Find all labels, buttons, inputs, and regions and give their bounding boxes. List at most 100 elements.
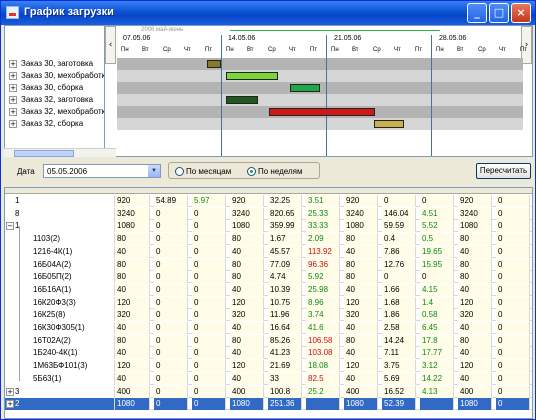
task-bar[interactable]	[374, 120, 404, 128]
load-grid[interactable]: 1 920 54.89 5.97 920 32.25 3.51 920 0 0 920 0 8 3240 0…	[4, 187, 533, 419]
table-cell: 40	[115, 245, 150, 258]
tree-item[interactable]: + Заказ 32, мехобработка	[5, 106, 115, 118]
table-cell: 320	[458, 309, 492, 322]
row-name: 16Б05П(2)	[5, 271, 115, 284]
table-row[interactable]: 1Б240-4К(1) 40 0 0 40 41.23 103.08 40 7.11 17.77 4…	[5, 347, 532, 360]
table-row[interactable]: 16К25(8) 320 0 0 320 11.96 3.74 320 1.86 0.58 320 0	[5, 309, 532, 322]
table-cell: 80	[458, 271, 492, 284]
table-cell: 40	[458, 322, 492, 334]
tree-item[interactable]: + Заказ 30, мехобработка	[5, 70, 115, 82]
maximize-button[interactable]: □	[489, 3, 509, 23]
collapse-icon[interactable]: −	[6, 222, 14, 231]
table-cell: 1080	[230, 220, 264, 233]
scroll-thumb[interactable]	[14, 150, 74, 157]
tree-item[interactable]: + Заказ 30, заготовка	[5, 58, 115, 70]
table-cell: 80	[115, 258, 150, 271]
table-row[interactable]: 16К30Ф305(1) 40 0 0 40 16.64 41.6 40 2.58 6.45 40 0	[5, 322, 532, 334]
task-bar[interactable]	[226, 72, 278, 80]
table-cell: 80	[458, 258, 492, 271]
table-cell: 400	[458, 385, 492, 398]
table-cell: 0	[192, 245, 226, 258]
table-row[interactable]: 3 +400 0 0 400 100.8 25.2 400 16.52 4.13 400 0	[5, 385, 532, 398]
chevron-down-icon[interactable]: ▼	[148, 165, 160, 177]
table-cell: 80	[230, 271, 264, 284]
expand-icon[interactable]: +	[9, 72, 17, 80]
gantt-lane	[117, 94, 523, 106]
tree-scrollbar[interactable]	[4, 148, 116, 157]
expand-icon[interactable]: +	[9, 96, 17, 104]
tree-item[interactable]: + Заказ 32, сборка	[5, 118, 115, 130]
date-picker[interactable]: 05.05.2006 ▼	[43, 164, 161, 178]
table-cell: 400	[230, 385, 264, 398]
table-cell: 77.09	[268, 258, 302, 271]
table-row[interactable]: 16Б16А(1) 40 0 0 40 10.39 25.98 40 1.66 4.15 40 0	[5, 283, 532, 296]
expand-icon[interactable]: +	[9, 60, 17, 68]
table-cell: 0	[192, 398, 226, 411]
close-button[interactable]: ×	[511, 3, 531, 23]
table-cell: 359.99	[268, 220, 302, 233]
expand-icon[interactable]: +	[6, 387, 14, 396]
table-cell: 400	[344, 385, 378, 398]
table-row[interactable]: 16К20Ф3(3) 120 0 0 120 10.75 8.96 120 1.68 1.4 120…	[5, 296, 532, 309]
day-label: Пт	[205, 47, 213, 53]
table-cell: 0	[496, 296, 530, 309]
table-row[interactable]: 1103(2) 80 0 0 80 1.67 2.09 80 0.4 0.5 80 0	[5, 233, 532, 246]
table-cell: 0	[154, 245, 188, 258]
table-cell: 40	[344, 283, 378, 296]
gantt-lane	[117, 82, 523, 94]
table-cell: 4.51	[420, 207, 454, 220]
table-cell: 920	[344, 195, 378, 207]
radio-by-weeks[interactable]: По неделям	[247, 167, 302, 177]
table-cell: 3.75	[382, 360, 416, 373]
order-tree[interactable]: + Заказ 30, заготовка + Заказ 30, мехобраб…	[4, 25, 116, 157]
table-row[interactable]: 1 920 54.89 5.97 920 32.25 3.51 920 0 0 920 0	[5, 195, 532, 207]
table-cell: 40	[115, 347, 150, 360]
table-cell: 80	[230, 233, 264, 246]
week-date: 28.05.06	[439, 35, 467, 42]
task-bar[interactable]	[207, 60, 221, 68]
table-row[interactable]: 1М63БФ101(3) 120 0 0 120 21.69 18.08 120 3.75 3.1…	[5, 360, 532, 373]
task-bar[interactable]	[290, 84, 320, 92]
app-icon	[6, 6, 19, 19]
week-date: 14.05.06	[228, 35, 256, 42]
table-cell: 0	[192, 322, 226, 334]
table-cell: 320	[115, 309, 150, 322]
gantt-chart[interactable]: ‹ › 2006 май-июнь 07.05.06 14.05.06 21.0…	[104, 25, 533, 157]
table-cell: 0	[154, 233, 188, 246]
table-cell: 920	[115, 195, 150, 207]
task-bar[interactable]	[226, 96, 258, 104]
tree-item[interactable]: + Заказ 30, сборка	[5, 82, 115, 94]
day-label: Чт	[289, 47, 296, 53]
tree-item[interactable]: + Заказ 32, заготовка	[5, 94, 115, 106]
table-cell: 19.65	[420, 245, 454, 258]
recalculate-button[interactable]: Пересчитать	[476, 163, 531, 179]
date-label: Дата	[17, 167, 35, 176]
expand-icon[interactable]: +	[6, 400, 14, 409]
task-bar[interactable]	[269, 108, 375, 116]
expand-icon[interactable]: +	[9, 120, 17, 128]
table-row[interactable]: 2 +1080 0 0 1080 251.36 1080 52.39 1080 0	[5, 398, 532, 411]
table-row[interactable]: 8 3240 0 0 3240 820.65 25.33 3240 146.04 4.51 3240…	[5, 207, 532, 220]
minimize-button[interactable]: _	[467, 3, 487, 23]
table-row[interactable]: 1−1080 0 0 1080 359.99 33.33 1080 59.59 5.52 1080…	[5, 220, 532, 233]
table-row[interactable]: 1216-4К(1) 40 0 0 40 45.57 113.92 40 7.86 19.65 40…	[5, 245, 532, 258]
expand-icon[interactable]: +	[9, 108, 17, 116]
table-row[interactable]: 16Б04А(2) 80 0 0 80 77.09 96.36 80 12.76 15.95 80 0	[5, 258, 532, 271]
table-row[interactable]: 16Т02А(2) 80 0 0 80 85.26 106.58 80 14.24 17.8 80 0	[5, 334, 532, 347]
table-cell: 5.52	[420, 220, 454, 233]
table-cell: 40	[230, 283, 264, 296]
title-bar[interactable]: График загрузки _ □ ×	[1, 1, 535, 25]
gantt-prev-button[interactable]: ‹	[105, 26, 116, 64]
table-cell: 11.96	[268, 309, 302, 322]
table-cell: 80	[344, 233, 378, 246]
day-label: Пт	[310, 47, 318, 53]
table-row[interactable]: 16Б05П(2) 80 0 0 80 4.74 5.92 80 0 0 80 0	[5, 271, 532, 284]
gantt-lane	[117, 70, 523, 82]
day-label: Чт	[394, 47, 401, 53]
table-cell: 103.08	[306, 347, 340, 360]
table-cell: 40	[458, 347, 492, 360]
table-cell: 21.69	[268, 360, 302, 373]
radio-by-months[interactable]: По месяцам	[175, 167, 231, 177]
table-row[interactable]: 5Б63(1) 40 0 0 40 33 82.5 40 5.69 14.22 40 0	[5, 372, 532, 385]
expand-icon[interactable]: +	[9, 84, 17, 92]
